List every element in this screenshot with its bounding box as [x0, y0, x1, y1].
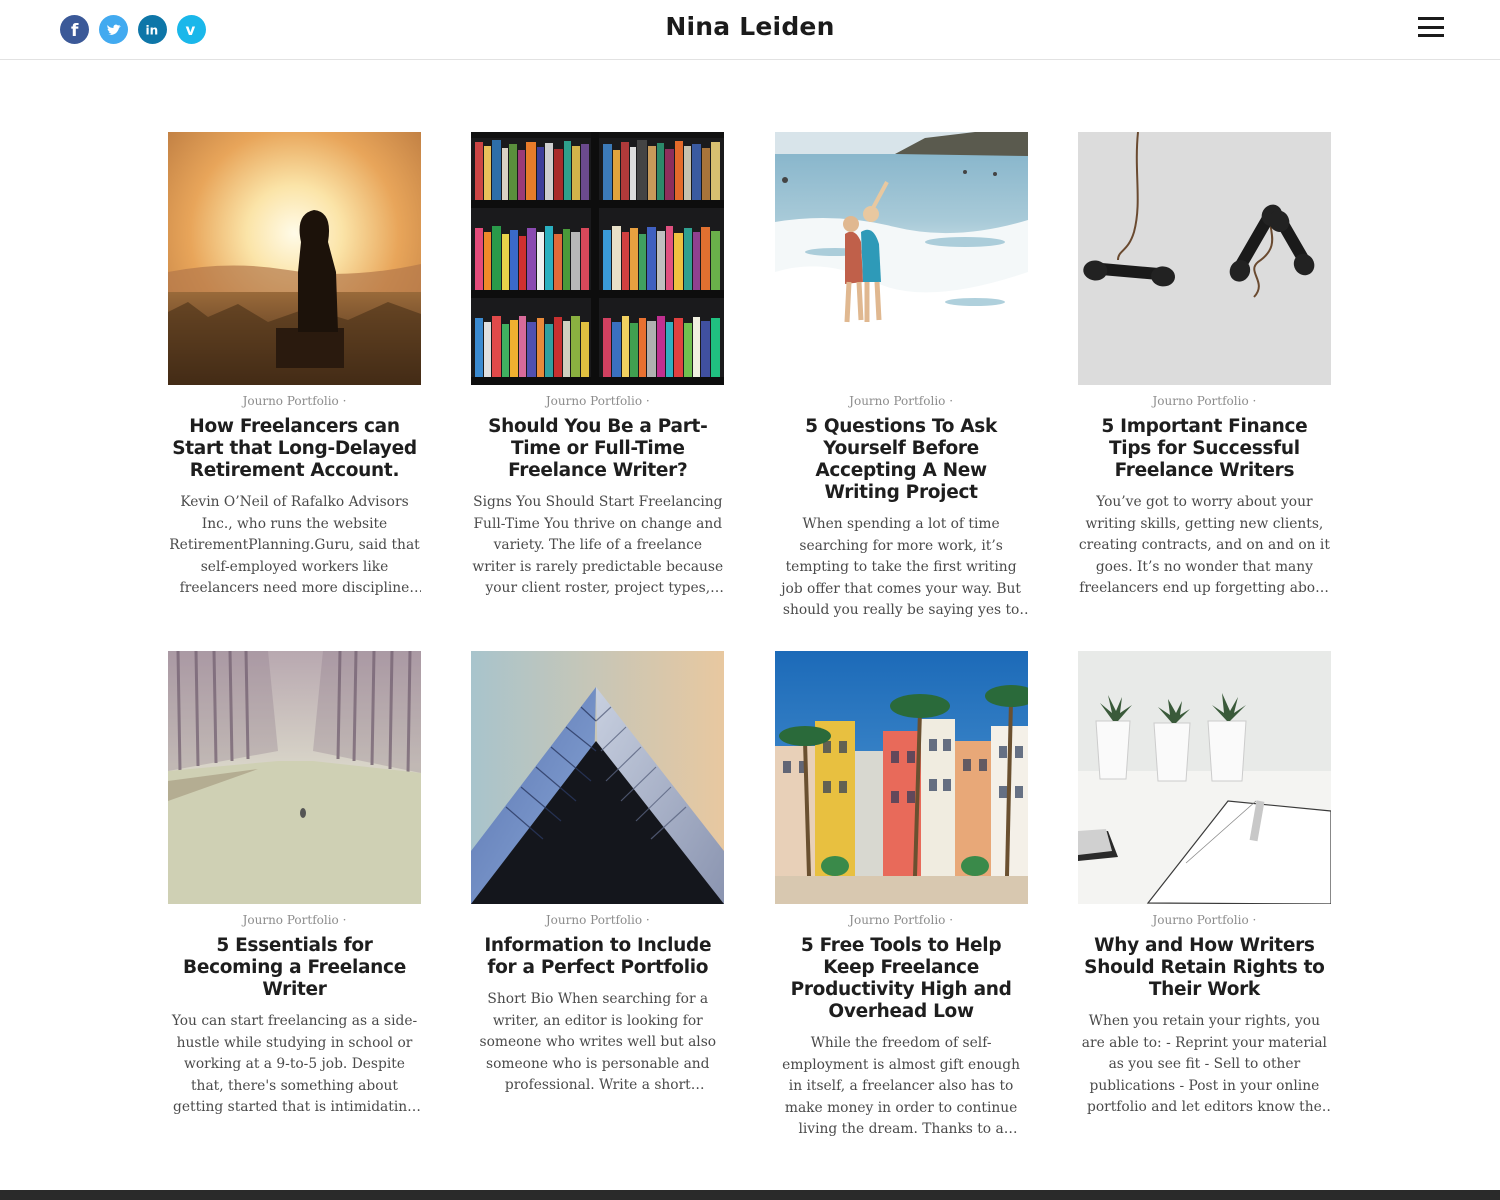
- post-card[interactable]: Journo Portfolio · How Freelancers can S…: [168, 132, 421, 651]
- post-title[interactable]: 5 Questions To Ask Yourself Before Accep…: [775, 416, 1028, 504]
- site-header: f in v Nina Leiden: [0, 0, 1500, 60]
- post-category[interactable]: Journo Portfolio ·: [471, 913, 724, 927]
- post-card[interactable]: Journo Portfolio · Why and How Writers S…: [1077, 651, 1331, 1170]
- bookshelf-image[interactable]: [471, 132, 725, 385]
- post-title[interactable]: How Freelancers can Start that Long-Dela…: [168, 416, 421, 482]
- telephone-receivers-image[interactable]: [1077, 132, 1331, 385]
- glass-building-image[interactable]: [471, 651, 725, 904]
- site-title[interactable]: Nina Leiden: [0, 12, 1500, 41]
- post-title[interactable]: 5 Free Tools to Help Keep Freelance Prod…: [775, 935, 1028, 1023]
- post-excerpt: When you retain your rights, you are abl…: [1081, 1013, 1327, 1116]
- post-title[interactable]: Should You Be a Part-Time or Full-Time F…: [471, 416, 724, 482]
- post-title[interactable]: Information to Include for a Perfect Por…: [471, 935, 724, 979]
- post-card[interactable]: Journo Portfolio · 5 Questions To Ask Yo…: [774, 132, 1028, 651]
- post-category[interactable]: Journo Portfolio ·: [471, 394, 724, 408]
- post-excerpt: Short Bio When searching for a writer, a…: [479, 991, 717, 1094]
- post-title[interactable]: 5 Essentials for Becoming a Freelance Wr…: [168, 935, 421, 1001]
- posts-grid: Journo Portfolio · How Freelancers can S…: [168, 132, 1332, 1170]
- hamburger-menu-icon[interactable]: [1418, 17, 1444, 37]
- post-excerpt: You’ve got to worry about your writing s…: [1078, 494, 1330, 597]
- post-card[interactable]: Journo Portfolio · 5 Essentials for Beco…: [168, 651, 421, 1170]
- post-card[interactable]: Journo Portfolio · Should You Be a Part-…: [471, 132, 725, 651]
- footer: [0, 1190, 1500, 1200]
- post-category[interactable]: Journo Portfolio ·: [168, 913, 421, 927]
- post-excerpt: Signs You Should Start Freelancing Full-…: [472, 494, 724, 597]
- post-excerpt: While the freedom of self-employment is …: [782, 1035, 1020, 1138]
- post-card[interactable]: Journo Portfolio · Information to Includ…: [471, 651, 725, 1170]
- post-title[interactable]: Why and How Writers Should Retain Rights…: [1078, 935, 1331, 1001]
- beach-waves-image[interactable]: [774, 132, 1028, 385]
- post-excerpt: When spending a lot of time searching fo…: [781, 516, 1021, 619]
- post-card[interactable]: Journo Portfolio · 5 Free Tools to Help …: [774, 651, 1028, 1170]
- post-title[interactable]: 5 Important Finance Tips for Successful …: [1078, 416, 1331, 482]
- sunset-silhouette-image[interactable]: [168, 132, 421, 385]
- post-category[interactable]: Journo Portfolio ·: [1078, 913, 1331, 927]
- post-category[interactable]: Journo Portfolio ·: [1078, 394, 1331, 408]
- post-card[interactable]: Journo Portfolio · 5 Important Finance T…: [1077, 132, 1331, 651]
- post-excerpt: You can start freelancing as a side-hust…: [171, 1013, 418, 1116]
- post-category[interactable]: Journo Portfolio ·: [168, 394, 421, 408]
- post-excerpt: Kevin O’Neil of Rafalko Advisors Inc., w…: [169, 494, 420, 597]
- colorful-houses-palms-image[interactable]: [774, 651, 1028, 904]
- misty-forest-road-image[interactable]: [168, 651, 421, 904]
- post-category[interactable]: Journo Portfolio ·: [775, 913, 1028, 927]
- post-category[interactable]: Journo Portfolio ·: [775, 394, 1028, 408]
- plants-notebook-image[interactable]: [1077, 651, 1331, 904]
